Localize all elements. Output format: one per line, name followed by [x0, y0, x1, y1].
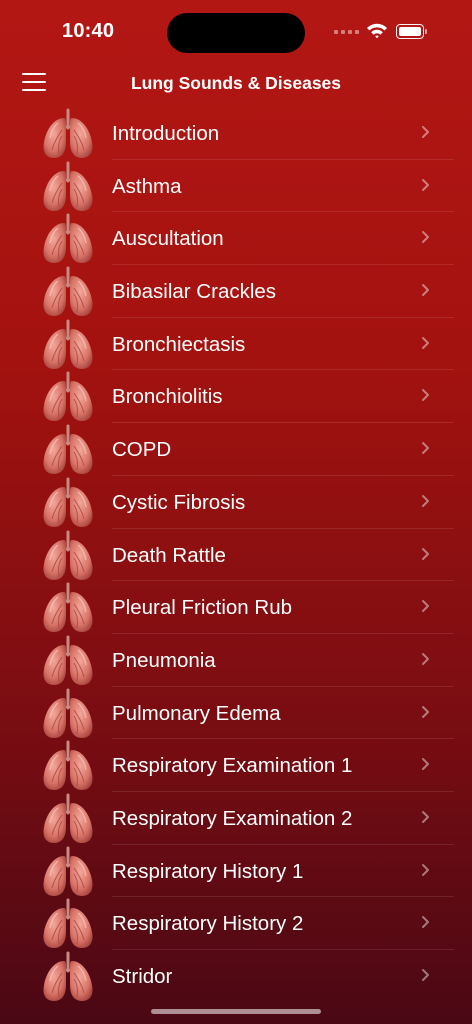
list-item-label: Respiratory History 1 [112, 859, 304, 883]
lungs-icon [40, 477, 96, 528]
status-bar: 10:40 [0, 0, 472, 62]
chevron-right-icon [422, 916, 429, 929]
list-item[interactable]: Stridor [0, 950, 472, 1003]
chevron-right-icon [422, 494, 429, 507]
lungs-icon [40, 266, 96, 317]
list-item-label: Cystic Fibrosis [112, 490, 246, 514]
lungs-icon [40, 371, 96, 422]
list-item-label: Respiratory History 2 [112, 912, 304, 936]
list-item[interactable]: COPD [0, 423, 472, 476]
list-item-label: Pneumonia [112, 648, 216, 672]
list-item-label: Pleural Friction Rub [112, 596, 293, 620]
battery-icon [396, 24, 427, 39]
list-item[interactable]: Pneumonia [0, 634, 472, 687]
list-item-label: Introduction [112, 122, 220, 145]
lungs-icon [40, 161, 96, 212]
lungs-icon [40, 846, 96, 897]
chevron-right-icon [422, 969, 429, 981]
topic-list: Introduction Asthma Auscultation Bibasilar … [0, 107, 472, 1003]
list-item[interactable]: Bronchiolitis [0, 370, 472, 424]
list-item[interactable]: Auscultation [0, 212, 472, 266]
lungs-icon [40, 635, 96, 686]
lungs-icon [40, 530, 96, 581]
lungs-icon [40, 213, 96, 264]
list-item-label: Auscultation [112, 227, 224, 251]
lungs-icon [40, 740, 96, 791]
list-item[interactable]: Respiratory Examination 2 [0, 792, 472, 845]
lungs-icon [40, 951, 96, 1002]
list-item[interactable]: Cystic Fibrosis [0, 476, 472, 529]
list-item-label: Death Rattle [112, 543, 226, 567]
lungs-icon [40, 688, 96, 739]
list-item-label: Stridor [112, 965, 173, 988]
list-item[interactable]: Respiratory History 2 [0, 897, 472, 950]
chevron-right-icon [422, 863, 429, 876]
navigation-bar: Lung Sounds & Diseases [0, 62, 472, 106]
lungs-icon [40, 108, 96, 159]
list-item[interactable]: Asthma [0, 160, 472, 213]
list-item-label: Bronchiectasis [112, 332, 246, 356]
chevron-right-icon [422, 758, 429, 771]
wifi-icon [366, 22, 388, 44]
lungs-icon [40, 793, 96, 844]
chevron-right-icon [422, 705, 429, 718]
list-item[interactable]: Respiratory History 1 [0, 845, 472, 898]
list-item[interactable]: Bibasilar Crackles [0, 265, 472, 318]
page-title: Lung Sounds & Diseases [130, 73, 342, 93]
cellular-signal-icon [334, 30, 359, 34]
list-item-label: COPD [112, 438, 172, 462]
home-indicator[interactable] [151, 1009, 321, 1014]
lungs-icon [40, 582, 96, 633]
chevron-right-icon [422, 126, 429, 138]
list-item-label: Asthma [112, 174, 182, 198]
dynamic-island [167, 13, 305, 53]
chevron-right-icon [422, 284, 429, 297]
list-item[interactable]: Respiratory Examination 1 [0, 739, 472, 792]
list-item-label: Pulmonary Edema [112, 701, 281, 725]
chevron-right-icon [422, 547, 429, 560]
lungs-icon [40, 319, 96, 370]
chevron-right-icon [422, 652, 429, 665]
list-item-label: Bibasilar Crackles [112, 280, 277, 304]
list-item-label: Bronchiolitis [112, 385, 223, 409]
list-item[interactable]: Introduction [0, 107, 472, 160]
chevron-right-icon [422, 336, 429, 349]
list-item[interactable]: Pulmonary Edema [0, 687, 472, 740]
lungs-icon [40, 898, 96, 949]
lungs-icon [40, 424, 96, 475]
chevron-right-icon [422, 178, 429, 191]
list-item[interactable]: Bronchiectasis [0, 318, 472, 371]
list-item[interactable]: Pleural Friction Rub [0, 581, 472, 634]
chevron-right-icon [422, 231, 429, 244]
chevron-right-icon [422, 442, 429, 455]
status-time: 10:40 [62, 20, 115, 42]
list-item-label: Respiratory Examination 2 [112, 806, 353, 830]
list-item[interactable]: Death Rattle [0, 529, 472, 582]
chevron-right-icon [422, 389, 429, 402]
list-item-label: Respiratory Examination 1 [112, 754, 353, 778]
chevron-right-icon [422, 810, 429, 823]
chevron-right-icon [422, 600, 429, 613]
